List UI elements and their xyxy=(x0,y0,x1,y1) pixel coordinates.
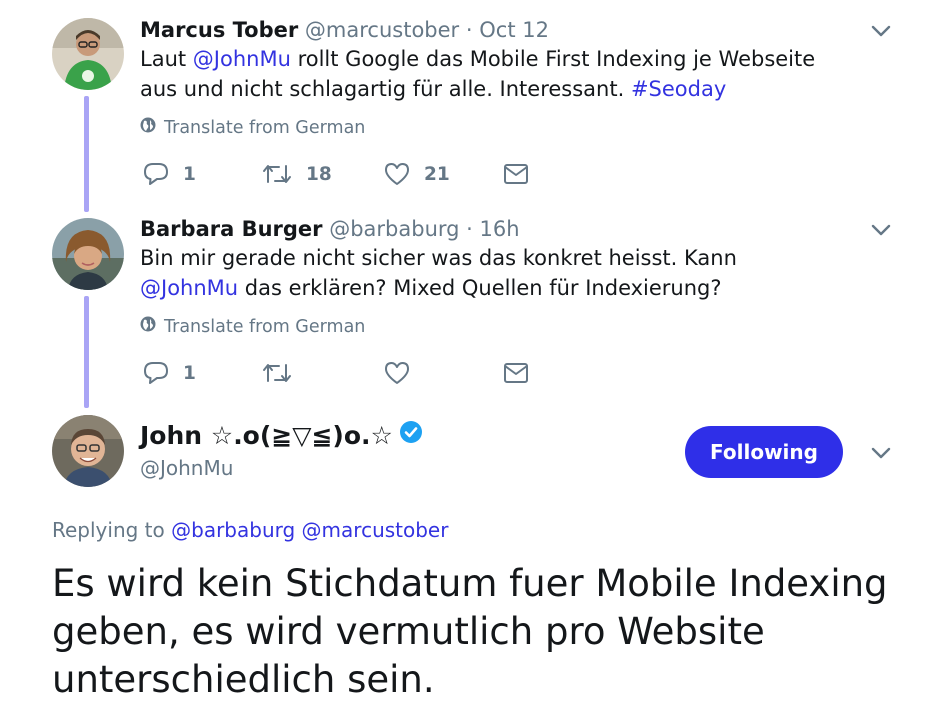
reply-button[interactable]: 1 xyxy=(143,361,196,385)
thread-line xyxy=(84,96,89,212)
reply-count: 1 xyxy=(183,362,196,384)
reply-button[interactable]: 1 xyxy=(143,162,196,186)
chevron-down-icon[interactable] xyxy=(869,441,893,465)
chevron-down-icon[interactable] xyxy=(869,218,893,242)
chevron-down-icon[interactable] xyxy=(869,19,893,43)
verified-badge-icon xyxy=(399,420,423,450)
translate-label: Translate from German xyxy=(164,117,366,138)
like-button[interactable]: 21 xyxy=(384,162,450,186)
hashtag-link[interactable]: #Seoday xyxy=(631,77,726,101)
like-button[interactable] xyxy=(384,361,410,385)
tweet-text: Laut @JohnMu rollt Google das Mobile Fir… xyxy=(140,45,840,104)
message-button[interactable] xyxy=(503,361,529,385)
translate-link[interactable]: Translate from German xyxy=(140,316,365,337)
main-author-name[interactable]: John ☆.o(≧▽≦)o.☆ xyxy=(140,420,423,450)
tweet-time[interactable]: Oct 12 xyxy=(479,18,549,42)
tweet-header: Marcus Tober @marcustober · Oct 12 xyxy=(140,16,549,45)
separator: · xyxy=(465,18,473,42)
retweet-icon xyxy=(262,361,292,385)
text-segment: das erklären? Mixed Quellen für Indexier… xyxy=(238,275,722,300)
author-name[interactable]: Barbara Burger xyxy=(140,217,323,241)
translate-label: Translate from German xyxy=(164,316,366,337)
translate-link[interactable]: Translate from German xyxy=(140,117,365,138)
reply-icon xyxy=(143,361,169,385)
text-segment: Laut xyxy=(140,47,193,71)
like-icon xyxy=(384,361,410,385)
mention-link[interactable]: @JohnMu xyxy=(193,47,291,71)
author-name[interactable]: Marcus Tober xyxy=(140,18,298,42)
reply-mention-marcustober[interactable]: @marcustober xyxy=(302,518,449,542)
avatar-john-mu[interactable] xyxy=(52,415,124,487)
main-author-handle[interactable]: @JohnMu xyxy=(140,456,233,480)
replying-to-label: Replying to xyxy=(52,518,165,542)
author-handle[interactable]: @barbaburg xyxy=(329,217,459,241)
message-button[interactable] xyxy=(503,162,529,186)
avatar-marcus-tober[interactable] xyxy=(52,18,124,90)
like-count: 21 xyxy=(424,163,450,185)
reply-icon xyxy=(143,162,169,186)
tweet-header: Barbara Burger @barbaburg · 16h xyxy=(140,215,520,244)
tweet-text: Bin mir gerade nicht sicher was das konk… xyxy=(140,244,830,303)
retweet-button[interactable] xyxy=(262,361,292,385)
globe-icon xyxy=(140,117,156,138)
mention-link[interactable]: @JohnMu xyxy=(140,276,238,300)
following-button[interactable]: Following xyxy=(685,426,843,478)
replying-to: Replying to @barbaburg @marcustober xyxy=(52,518,448,542)
message-icon xyxy=(503,361,529,385)
thread-line xyxy=(84,296,89,408)
reply-mention-barbaburg[interactable]: @barbaburg xyxy=(171,518,295,542)
reply-count: 1 xyxy=(183,163,196,185)
text-segment: Bin mir gerade nicht sicher was das konk… xyxy=(140,246,737,270)
separator: · xyxy=(466,217,473,241)
retweet-icon xyxy=(262,162,292,186)
retweet-button[interactable]: 18 xyxy=(262,162,332,186)
avatar-barbara-burger[interactable] xyxy=(52,218,124,290)
like-icon xyxy=(384,162,410,186)
retweet-count: 18 xyxy=(306,163,332,185)
display-name: John ☆.o(≧▽≦)o.☆ xyxy=(140,420,393,450)
main-tweet-text: Es wird kein Stichdatum fuer Mobile Inde… xyxy=(52,562,888,701)
message-icon xyxy=(503,162,529,186)
tweet-time[interactable]: 16h xyxy=(480,217,520,241)
globe-icon xyxy=(140,316,156,337)
author-handle[interactable]: @marcustober xyxy=(305,18,459,42)
